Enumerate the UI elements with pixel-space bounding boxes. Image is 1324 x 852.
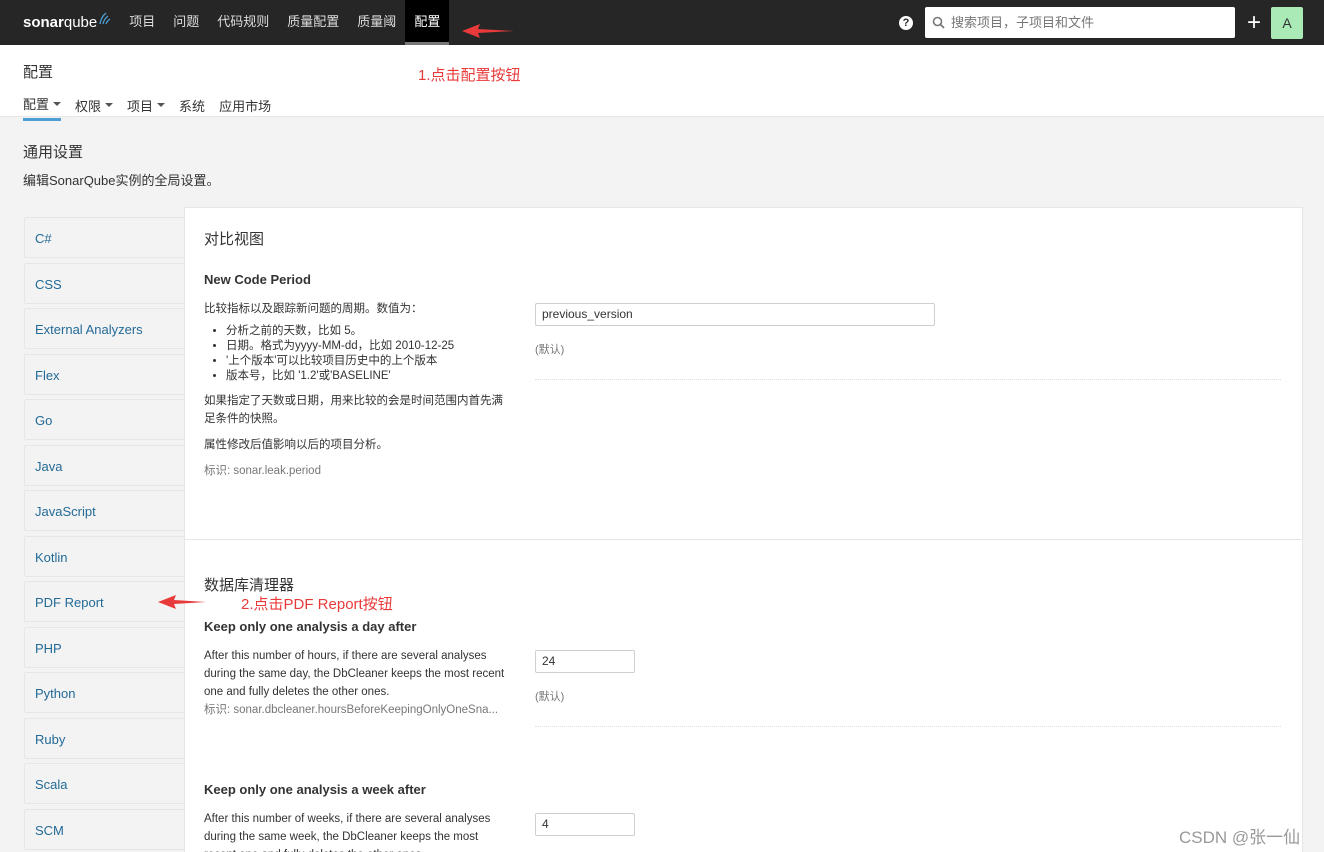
nav-quality-profiles[interactable]: 质量配置 [278,0,348,45]
help-icon[interactable]: ? [898,15,913,30]
logo-waves-icon [99,11,111,24]
caret-down-icon [105,103,114,107]
category-external-analyzers[interactable]: External Analyzers [24,308,185,349]
sonarqube-logo[interactable]: sonar qube [23,0,112,45]
description-bullet: 分析之前的天数，比如 5。 [226,324,509,339]
user-avatar[interactable]: A [1271,6,1303,39]
category-css[interactable]: CSS [24,262,185,304]
subnav-label: 项目 [127,98,154,114]
category-scm[interactable]: SCM [24,808,185,850]
subnav-label: 配置 [23,97,50,112]
subnav-projects[interactable]: 项目 [127,94,166,121]
search-icon [932,16,945,29]
logo-text-thin: qube [63,14,98,31]
search-input[interactable] [950,15,1221,30]
page-header: 配置 配置 权限 项目 系统 应用市场 1.点击配置按钮 [0,45,1324,121]
admin-subnav: 配置 权限 项目 系统 应用市场 [23,94,285,121]
annotation-arrow-1 [462,24,514,38]
category-flex[interactable]: Flex [24,353,185,395]
description-list: 分析之前的天数，比如 5。 日期。格式为yyyy-MM-dd，比如 2010-1… [226,324,509,384]
section-title-dbcleaner: 数据库清理器 [204,577,295,594]
category-php[interactable]: PHP [24,626,185,668]
category-ruby[interactable]: Ruby [24,717,185,759]
settings-panel: 对比视图 New Code Period 比较指标以及跟踪新问题的周期。数值为：… [184,207,1303,852]
annotation-arrow-2 [158,595,206,609]
description-note: 如果指定了天数或日期，用来比较的会是时间范围内首先满足条件的快照。 [204,395,503,425]
hours-before-keeping-one-input[interactable]: 24 [535,650,635,673]
annotation-step-1: 1.点击配置按钮 [418,67,521,84]
dotted-separator [535,726,1281,727]
weeks-before-keeping-one-input[interactable]: 4 [535,813,635,836]
description-bullet: '上个版本'可以比较项目历史中的上个版本 [226,354,509,369]
description-bullet: 日期。格式为yyyy-MM-dd，比如 2010-12-25 [226,339,509,354]
property-name: Keep only one analysis a day after [204,619,417,634]
nav-quality-gates[interactable]: 质量阈 [348,0,405,45]
category-go[interactable]: Go [24,399,185,440]
description-text: After this number of hours, if there are… [204,650,505,698]
description-note-2: 属性修改后值影响以后的项目分析。 [204,439,388,451]
property-description: After this number of weeks, if there are… [204,810,509,852]
general-settings-description: 编辑SonarQube实例的全局设置。 [23,173,220,188]
top-navbar: sonarqube 项目 问题 代码规则 质量配置 质量阈 配置 ? + A [0,0,1324,45]
nav-rules[interactable]: 代码规则 [208,0,278,45]
subnav-configuration[interactable]: 配置 [23,94,62,121]
nav-administration[interactable]: 配置 [405,0,450,45]
description-bullet: 版本号，比如 '1.2'或'BASELINE' [226,369,509,384]
subnav-security[interactable]: 权限 [75,94,114,121]
property-key: 标识: sonar.dbcleaner.hoursBeforeKeepingOn… [204,704,499,716]
general-settings-title: 通用设置 [23,144,84,161]
dotted-separator [535,379,1281,380]
property-name: New Code Period [204,272,311,287]
subnav-label: 应用市场 [219,98,272,114]
watermark: CSDN @张一仙 [1179,828,1301,847]
subnav-label: 系统 [179,98,206,114]
section-title-compare: 对比视图 [204,231,265,248]
default-label: (默认) [535,344,565,356]
navbar-right: ? + A [898,0,1324,45]
description-intro: 比较指标以及跟踪新问题的周期。数值为： [204,303,423,315]
subnav-label: 权限 [75,98,102,114]
property-key: 标识: sonar.leak.period [204,465,321,477]
category-python[interactable]: Python [24,672,185,713]
subnav-marketplace[interactable]: 应用市场 [219,94,271,121]
main-nav: 项目 问题 代码规则 质量配置 质量阈 配置 [120,0,450,45]
caret-down-icon [53,101,62,106]
new-code-period-input[interactable]: previous_version [535,303,935,326]
default-label: (默认) [535,691,565,703]
category-list: C# CSS External Analyzers Flex Go Java J… [24,217,185,852]
category-scala[interactable]: Scala [24,763,185,804]
nav-issues[interactable]: 问题 [164,0,208,45]
category-java[interactable]: Java [24,444,185,486]
property-name: Keep only one analysis a week after [204,782,426,797]
category-javascript[interactable]: JavaScript [24,490,185,531]
logo-text-bold: sonar [23,14,64,31]
page-title: 配置 [23,64,54,81]
plus-icon[interactable]: + [1247,10,1261,35]
category-csharp[interactable]: C# [24,217,185,258]
caret-down-icon [157,103,166,107]
property-description: After this number of hours, if there are… [204,647,509,719]
subnav-system[interactable]: 系统 [179,94,205,121]
annotation-step-2: 2.点击PDF Report按钮 [241,596,393,613]
description-text: After this number of weeks, if there are… [204,813,491,852]
global-search[interactable] [924,7,1235,38]
nav-projects[interactable]: 项目 [120,0,164,45]
property-description: 比较指标以及跟踪新问题的周期。数值为： 分析之前的天数，比如 5。 日期。格式为… [204,300,509,480]
category-kotlin[interactable]: Kotlin [24,535,185,577]
section-divider [185,539,1302,540]
